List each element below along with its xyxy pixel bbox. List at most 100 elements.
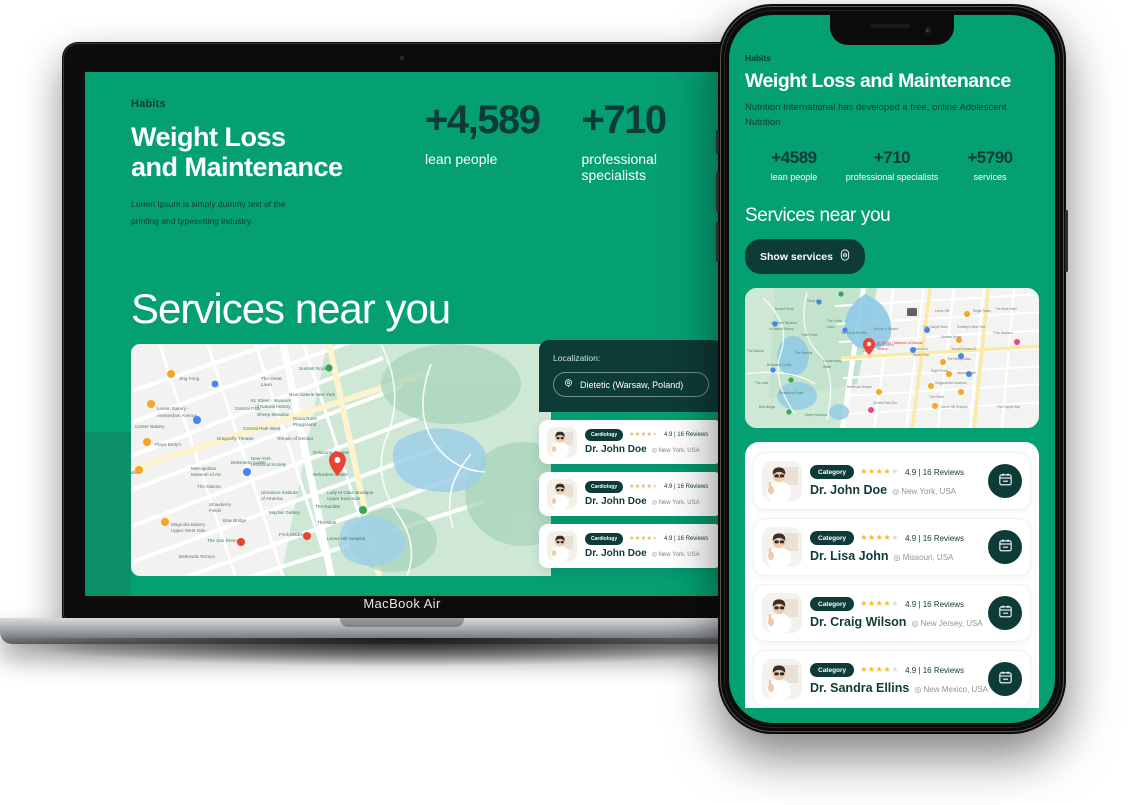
svg-text:Levain Bakery -: Levain Bakery - [157,406,189,411]
table-row[interactable]: Cardiology ★★★★★ 4.9 | 16 Reviews Dr. Jo… [539,420,719,464]
laptop-map[interactable]: Jing Fong Levain Bakery - Amsterdam Aven… [131,344,551,576]
list-item[interactable]: Category ★★★★★ 4.9 | 16 Reviews Dr. Sand… [753,650,1031,709]
doctor-name: Dr. Craig Wilson [810,615,907,630]
svg-text:Regal Times: Regal Times [973,309,991,313]
status-badge: Category [810,531,855,546]
power-button[interactable] [1065,210,1068,272]
list-item[interactable]: Category ★★★★★ 4.9 | 16 Reviews Dr. Crai… [753,584,1031,643]
iphone-device: Habits Weight Loss and Maintenance Nutri… [716,4,1068,734]
show-services-button[interactable]: Show services [745,239,865,275]
volume-up-button[interactable] [716,172,719,212]
svg-text:Lenox Hill: Lenox Hill [935,309,949,313]
rating-stars: ★★★★★ [860,467,900,477]
phone-screen: Habits Weight Loss and Maintenance Nutri… [729,15,1055,723]
svg-text:The Great: The Great [261,376,282,381]
avatar [547,531,577,561]
localization-header: Localization: Dietetic (Warsaw, Poland) [539,340,719,412]
svg-text:Museum Mile: Museum Mile [957,371,976,375]
laptop-title-line-1: Weight Loss [131,122,286,152]
laptop-localization-panel: Localization: Dietetic (Warsaw, Poland) [539,340,719,584]
doctor-location: ◎ New York, USA [892,487,956,497]
svg-text:Diana Ross: Diana Ross [293,416,317,421]
svg-text:Museum of Art: Museum of Art [191,472,221,477]
book-appointment-button[interactable] [988,662,1022,697]
svg-text:Lenox Hill Hospital: Lenox Hill Hospital [941,405,968,409]
device-model-label: MacBook Air [363,596,441,611]
svg-text:The Great: The Great [827,319,841,323]
svg-text:of Natural History: of Natural History [769,327,794,331]
rating-stars: ★★★★★ [629,432,659,438]
status-badge: Category [810,597,855,612]
decorative-side-band [85,432,131,596]
rating-text: 4.9 | 16 Reviews [664,432,709,438]
svg-text:Playa Betty's: Playa Betty's [155,442,182,447]
svg-text:Ukraine Home: Ukraine Home [941,335,962,339]
svg-text:Strawberry Fields: Strawberry Fields [779,391,804,395]
book-appointment-button[interactable] [988,530,1022,565]
front-camera-icon [924,26,932,34]
rating-stars: ★★★★★ [860,665,900,675]
list-item[interactable]: Category ★★★★★ 4.9 | 16 Reviews Dr. John… [753,452,1031,511]
phone-map[interactable]: Lenox Hill Regal Times The Mark Hotel The … [745,288,1039,429]
calendar-icon [998,538,1013,556]
localization-select[interactable]: Dietetic (Warsaw, Poland) [553,372,709,397]
svg-text:Ukrainian Institute: Ukrainian Institute [261,490,298,495]
status-badge: Cardiology [585,533,624,545]
svg-text:Temple of Dendur: Temple of Dendur [277,436,314,441]
doctor-name: Dr. John Doe [585,548,647,559]
avatar [547,427,577,457]
phone-stat-services: +5790 services [941,148,1039,183]
list-item[interactable]: Category ★★★★★ 4.9 | 16 Reviews Dr. Lisa… [753,518,1031,577]
map-canvas: Jing Fong Levain Bakery - Amsterdam Aven… [131,344,551,576]
svg-text:Strawberry: Strawberry [209,502,232,507]
doctor-location: ◎ New Mexico, USA [914,685,989,695]
table-row[interactable]: Cardiology ★★★★★ 4.9 | 16 Reviews Dr. Jo… [539,472,719,516]
phone-stat-specialists: +710 professional specialists [843,148,941,183]
svg-text:Turtle Pond: Turtle Pond [801,333,818,337]
laptop-subtitle: Lorem Ipsum is simply dummy text of the … [131,196,311,228]
fingerprint-icon [840,249,850,264]
svg-text:Mayfair Gallery: Mayfair Gallery [269,510,301,515]
laptop-stats-group: +4,589 lean people +710 professional spe… [425,100,719,183]
phone-stat-label: lean people [770,171,818,182]
svg-text:Amsterdam Avenue: Amsterdam Avenue [157,413,197,418]
laptop-section-heading: Services near you [131,284,451,332]
laptop-results-list: Cardiology ★★★★★ 4.9 | 16 Reviews Dr. Jo… [539,412,719,568]
book-appointment-button[interactable] [988,464,1022,499]
svg-text:Sotheby's New York: Sotheby's New York [957,325,986,329]
book-appointment-button[interactable] [988,596,1022,631]
svg-text:Summit Rock: Summit Rock [775,307,794,311]
svg-text:Conservatory: Conservatory [823,359,842,363]
volume-down-button[interactable] [716,222,719,262]
doctor-name: Dr. John Doe [810,483,888,498]
svg-text:The San Remo: The San Remo [207,538,238,543]
laptop-title-line-2: and Maintenance [131,152,343,183]
svg-text:Temple Emanu-El: Temple Emanu-El [951,347,976,351]
svg-text:Belvedere Castle: Belvedere Castle [313,472,348,477]
rating-stars: ★★★★★ [860,533,900,543]
calendar-icon [998,670,1013,688]
laptop-screen: Habits Weight Loss and Maintenance Lorem… [85,72,719,596]
avatar [762,593,802,634]
doctor-name: Dr. Sandra Ellins [810,681,910,696]
phone-frame: Habits Weight Loss and Maintenance Nutri… [716,4,1068,734]
rating-stars: ★★★★★ [860,599,900,609]
svg-text:History: History [877,347,888,351]
show-services-label: Show services [760,250,833,263]
table-row[interactable]: Cardiology ★★★★★ 4.9 | 16 Reviews Dr. Jo… [539,524,719,568]
doctor-name: Dr. John Doe [585,496,647,507]
svg-text:Belvedere Castle: Belvedere Castle [231,460,266,465]
avatar [762,659,802,700]
mute-switch[interactable] [716,130,719,154]
svg-text:The Copper Bay: The Copper Bay [997,405,1021,409]
svg-text:The Dakota: The Dakota [197,484,221,489]
svg-text:81 Street Museum: 81 Street Museum [771,321,797,325]
laptop-lid: Habits Weight Loss and Maintenance Lorem… [62,42,742,620]
svg-text:The Dakota: The Dakota [747,349,764,353]
avatar [547,479,577,509]
rating-text: 4.9 | 16 Reviews [905,599,965,609]
doctor-location: ◎ New York, USA [651,500,700,506]
svg-text:Jing Fong: Jing Fong [179,376,200,381]
svg-text:of America: of America [261,496,283,501]
svg-text:Water: Water [823,365,832,369]
